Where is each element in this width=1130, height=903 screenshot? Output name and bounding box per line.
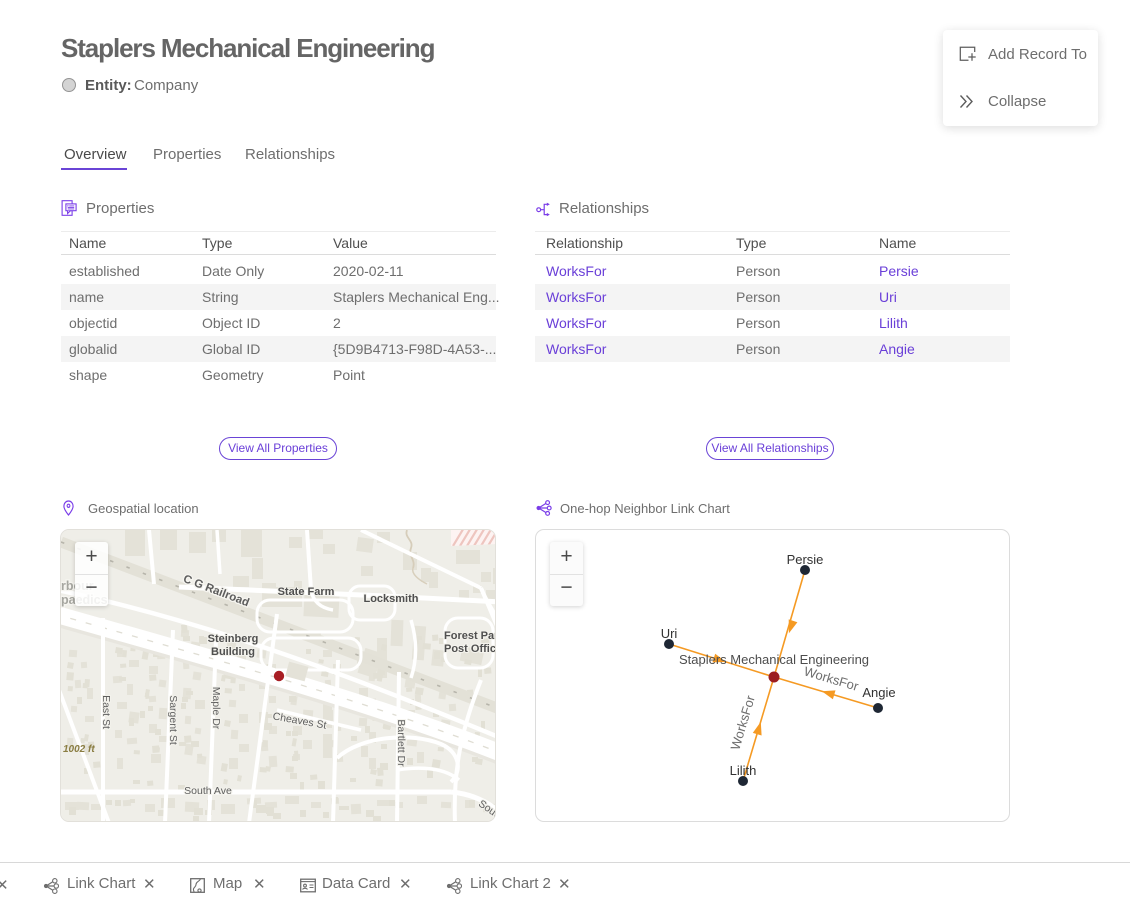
svg-text:Steinberg: Steinberg	[208, 633, 259, 645]
svg-text:Building: Building	[211, 646, 255, 658]
svg-text:Bartlett Dr: Bartlett Dr	[395, 719, 407, 767]
svg-text:Angie: Angie	[862, 685, 895, 700]
svg-text:Staplers Mechanical Engineerin: Staplers Mechanical Engineering	[679, 652, 869, 667]
svg-text:East St: East St	[100, 695, 112, 729]
svg-text:Uri: Uri	[661, 626, 678, 641]
svg-text:1002 ft: 1002 ft	[63, 744, 95, 755]
svg-text:WorksFor: WorksFor	[802, 664, 861, 695]
svg-text:Post Office: Post Office	[444, 643, 496, 655]
svg-text:South Ave: South Ave	[184, 785, 232, 797]
svg-text:Lilith: Lilith	[730, 763, 757, 778]
svg-text:WorksFor: WorksFor	[727, 693, 758, 752]
svg-text:Maple Dr: Maple Dr	[210, 687, 222, 730]
svg-text:Persie: Persie	[787, 552, 824, 567]
svg-text:Locksmith: Locksmith	[363, 593, 418, 605]
svg-text:Forest Par: Forest Par	[444, 630, 496, 642]
svg-text:State Farm: State Farm	[278, 586, 335, 598]
svg-text:Sargent St: Sargent St	[167, 695, 179, 745]
